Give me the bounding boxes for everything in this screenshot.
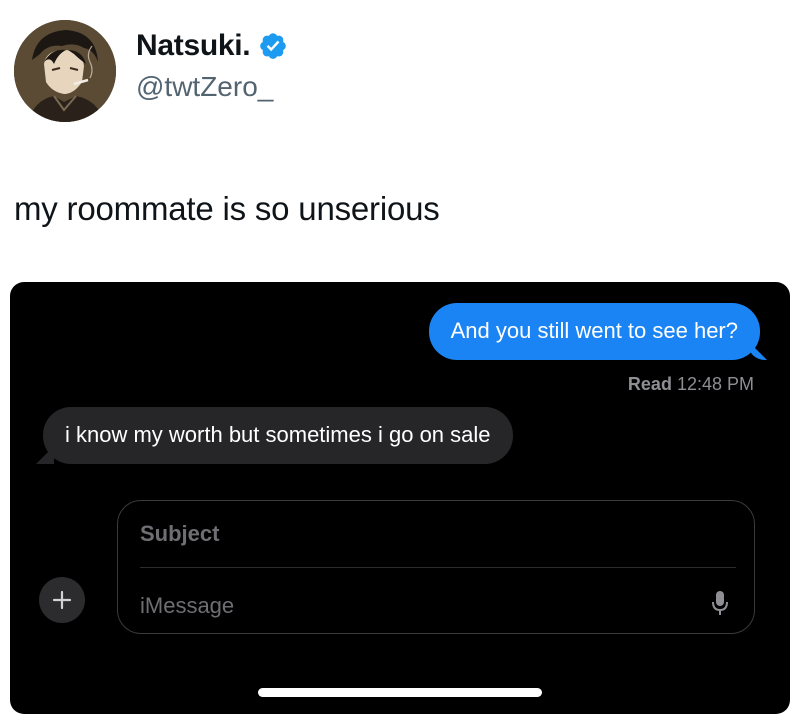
compose-box[interactable]: Subject iMessage	[117, 500, 755, 634]
imessage-input[interactable]: iMessage	[140, 593, 234, 619]
imessage-screenshot: And you still went to see her? Read 12:4…	[10, 282, 790, 714]
user-handle[interactable]: @twtZero_	[136, 71, 288, 103]
plus-button[interactable]	[39, 577, 85, 623]
microphone-icon[interactable]	[710, 589, 730, 622]
verified-badge-icon	[258, 31, 288, 61]
home-indicator	[258, 688, 542, 697]
display-name-row: Natsuki.	[136, 29, 288, 63]
subject-field[interactable]: Subject	[140, 521, 219, 547]
read-receipt: Read 12:48 PM	[628, 374, 754, 395]
name-block: Natsuki. @twtZero_	[136, 29, 288, 103]
avatar-illustration	[14, 20, 116, 122]
incoming-message-bubble: i know my worth but sometimes i go on sa…	[43, 407, 513, 464]
avatar[interactable]	[14, 20, 116, 122]
read-label: Read	[627, 374, 672, 394]
tweet-text: my roommate is so unserious	[14, 190, 440, 227]
plus-icon	[52, 590, 72, 610]
display-name[interactable]: Natsuki.	[136, 29, 251, 63]
tweet-header: Natsuki. @twtZero_	[14, 20, 288, 122]
read-time: 12:48 PM	[676, 374, 754, 394]
outgoing-message-bubble: And you still went to see her?	[428, 303, 760, 360]
compose-divider	[140, 567, 736, 568]
